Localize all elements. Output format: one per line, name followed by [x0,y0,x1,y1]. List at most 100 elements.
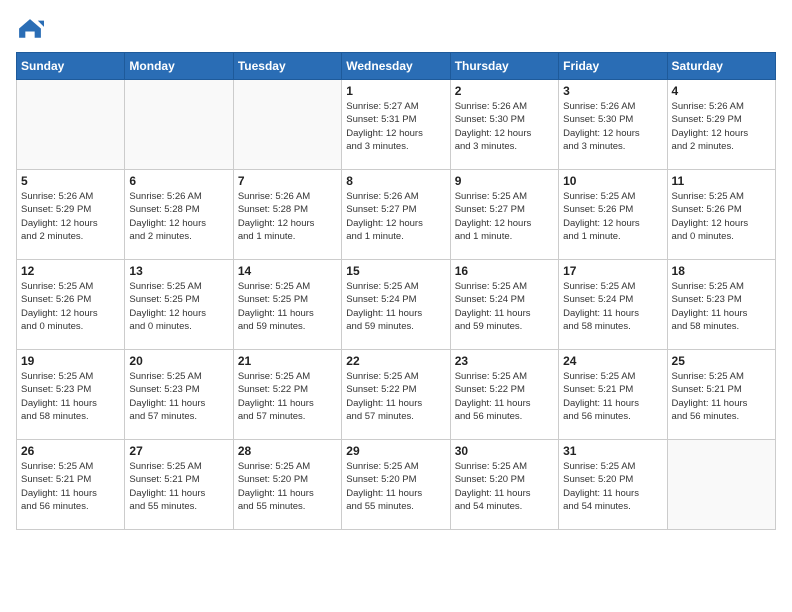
calendar-week-4: 19Sunrise: 5:25 AM Sunset: 5:23 PM Dayli… [17,350,776,440]
day-number: 8 [346,174,445,188]
calendar-cell: 6 Sunrise: 5:26 AM Sunset: 5:28 PM Daylig… [125,170,233,260]
calendar-cell: 28 Sunrise: 5:25 AM Sunset: 5:20 PM Dayli… [233,440,341,530]
logo-icon [16,16,44,44]
logo [16,16,48,44]
calendar-cell: 17Sunrise: 5:25 AM Sunset: 5:24 PM Dayli… [559,260,667,350]
calendar-week-3: 12 Sunrise: 5:25 AM Sunset: 5:26 PM Dayli… [17,260,776,350]
day-info: Sunrise: 5:25 AM Sunset: 5:24 PM Dayligh… [455,280,554,333]
calendar-cell: 21 Sunrise: 5:25 AM Sunset: 5:22 PM Dayli… [233,350,341,440]
day-number: 23 [455,354,554,368]
day-info: Sunrise: 5:25 AM Sunset: 5:23 PM Dayligh… [672,280,771,333]
day-number: 5 [21,174,120,188]
calendar-cell: 31 Sunrise: 5:25 AM Sunset: 5:20 PM Dayli… [559,440,667,530]
day-number: 25 [672,354,771,368]
day-info: Sunrise: 5:25 AM Sunset: 5:21 PM Dayligh… [563,370,662,423]
column-header-thursday: Thursday [450,53,558,80]
day-info: Sunrise: 5:26 AM Sunset: 5:28 PM Dayligh… [238,190,337,243]
day-number: 15 [346,264,445,278]
day-number: 9 [455,174,554,188]
calendar-header-row: SundayMondayTuesdayWednesdayThursdayFrid… [17,53,776,80]
day-info: Sunrise: 5:25 AM Sunset: 5:25 PM Dayligh… [238,280,337,333]
calendar-cell: 23 Sunrise: 5:25 AM Sunset: 5:22 PM Dayli… [450,350,558,440]
day-info: Sunrise: 5:27 AM Sunset: 5:31 PM Dayligh… [346,100,445,153]
day-number: 17 [563,264,662,278]
calendar-cell: 4Sunrise: 5:26 AM Sunset: 5:29 PM Daylig… [667,80,775,170]
day-info: Sunrise: 5:25 AM Sunset: 5:22 PM Dayligh… [455,370,554,423]
column-header-saturday: Saturday [667,53,775,80]
calendar-cell: 22Sunrise: 5:25 AM Sunset: 5:22 PM Dayli… [342,350,450,440]
day-number: 10 [563,174,662,188]
column-header-friday: Friday [559,53,667,80]
day-info: Sunrise: 5:25 AM Sunset: 5:27 PM Dayligh… [455,190,554,243]
day-number: 27 [129,444,228,458]
day-info: Sunrise: 5:26 AM Sunset: 5:30 PM Dayligh… [563,100,662,153]
calendar-cell: 1 Sunrise: 5:27 AM Sunset: 5:31 PM Daylig… [342,80,450,170]
calendar-cell: 9 Sunrise: 5:25 AM Sunset: 5:27 PM Daylig… [450,170,558,260]
calendar-table: SundayMondayTuesdayWednesdayThursdayFrid… [16,52,776,530]
day-number: 26 [21,444,120,458]
day-number: 11 [672,174,771,188]
day-info: Sunrise: 5:26 AM Sunset: 5:28 PM Dayligh… [129,190,228,243]
column-header-wednesday: Wednesday [342,53,450,80]
calendar-cell: 29 Sunrise: 5:25 AM Sunset: 5:20 PM Dayli… [342,440,450,530]
day-number: 28 [238,444,337,458]
day-number: 6 [129,174,228,188]
calendar-cell [233,80,341,170]
calendar-cell: 11Sunrise: 5:25 AM Sunset: 5:26 PM Dayli… [667,170,775,260]
day-info: Sunrise: 5:25 AM Sunset: 5:20 PM Dayligh… [346,460,445,513]
day-number: 30 [455,444,554,458]
calendar-cell: 7 Sunrise: 5:26 AM Sunset: 5:28 PM Daylig… [233,170,341,260]
day-info: Sunrise: 5:25 AM Sunset: 5:26 PM Dayligh… [21,280,120,333]
calendar-cell: 18Sunrise: 5:25 AM Sunset: 5:23 PM Dayli… [667,260,775,350]
calendar-cell: 5 Sunrise: 5:26 AM Sunset: 5:29 PM Daylig… [17,170,125,260]
day-number: 22 [346,354,445,368]
day-info: Sunrise: 5:26 AM Sunset: 5:27 PM Dayligh… [346,190,445,243]
calendar-cell: 8 Sunrise: 5:26 AM Sunset: 5:27 PM Daylig… [342,170,450,260]
calendar-cell: 13 Sunrise: 5:25 AM Sunset: 5:25 PM Dayli… [125,260,233,350]
day-info: Sunrise: 5:25 AM Sunset: 5:23 PM Dayligh… [129,370,228,423]
day-info: Sunrise: 5:25 AM Sunset: 5:20 PM Dayligh… [238,460,337,513]
day-info: Sunrise: 5:26 AM Sunset: 5:29 PM Dayligh… [21,190,120,243]
day-info: Sunrise: 5:25 AM Sunset: 5:20 PM Dayligh… [563,460,662,513]
calendar-cell: 27 Sunrise: 5:25 AM Sunset: 5:21 PM Dayli… [125,440,233,530]
calendar-cell: 15 Sunrise: 5:25 AM Sunset: 5:24 PM Dayli… [342,260,450,350]
day-number: 14 [238,264,337,278]
column-header-tuesday: Tuesday [233,53,341,80]
day-number: 4 [672,84,771,98]
calendar-cell: 2 Sunrise: 5:26 AM Sunset: 5:30 PM Daylig… [450,80,558,170]
day-info: Sunrise: 5:25 AM Sunset: 5:21 PM Dayligh… [21,460,120,513]
calendar-cell: 24Sunrise: 5:25 AM Sunset: 5:21 PM Dayli… [559,350,667,440]
day-info: Sunrise: 5:26 AM Sunset: 5:30 PM Dayligh… [455,100,554,153]
day-number: 21 [238,354,337,368]
column-header-monday: Monday [125,53,233,80]
day-number: 13 [129,264,228,278]
calendar-cell [667,440,775,530]
calendar-cell: 25Sunrise: 5:25 AM Sunset: 5:21 PM Dayli… [667,350,775,440]
day-number: 2 [455,84,554,98]
day-number: 7 [238,174,337,188]
day-number: 29 [346,444,445,458]
day-info: Sunrise: 5:25 AM Sunset: 5:22 PM Dayligh… [238,370,337,423]
day-number: 16 [455,264,554,278]
day-number: 20 [129,354,228,368]
calendar-week-1: 1 Sunrise: 5:27 AM Sunset: 5:31 PM Daylig… [17,80,776,170]
calendar-cell: 16 Sunrise: 5:25 AM Sunset: 5:24 PM Dayli… [450,260,558,350]
day-info: Sunrise: 5:25 AM Sunset: 5:24 PM Dayligh… [346,280,445,333]
calendar-cell [17,80,125,170]
day-info: Sunrise: 5:25 AM Sunset: 5:21 PM Dayligh… [129,460,228,513]
day-info: Sunrise: 5:25 AM Sunset: 5:26 PM Dayligh… [563,190,662,243]
calendar-cell: 12 Sunrise: 5:25 AM Sunset: 5:26 PM Dayli… [17,260,125,350]
calendar-cell: 30 Sunrise: 5:25 AM Sunset: 5:20 PM Dayli… [450,440,558,530]
calendar-cell: 3Sunrise: 5:26 AM Sunset: 5:30 PM Daylig… [559,80,667,170]
day-info: Sunrise: 5:25 AM Sunset: 5:20 PM Dayligh… [455,460,554,513]
day-info: Sunrise: 5:25 AM Sunset: 5:25 PM Dayligh… [129,280,228,333]
day-number: 1 [346,84,445,98]
calendar-cell: 14 Sunrise: 5:25 AM Sunset: 5:25 PM Dayli… [233,260,341,350]
day-info: Sunrise: 5:25 AM Sunset: 5:23 PM Dayligh… [21,370,120,423]
day-number: 31 [563,444,662,458]
calendar-cell: 19Sunrise: 5:25 AM Sunset: 5:23 PM Dayli… [17,350,125,440]
calendar-cell: 26 Sunrise: 5:25 AM Sunset: 5:21 PM Dayli… [17,440,125,530]
calendar-cell: 20 Sunrise: 5:25 AM Sunset: 5:23 PM Dayli… [125,350,233,440]
page-header [16,16,776,44]
day-number: 12 [21,264,120,278]
